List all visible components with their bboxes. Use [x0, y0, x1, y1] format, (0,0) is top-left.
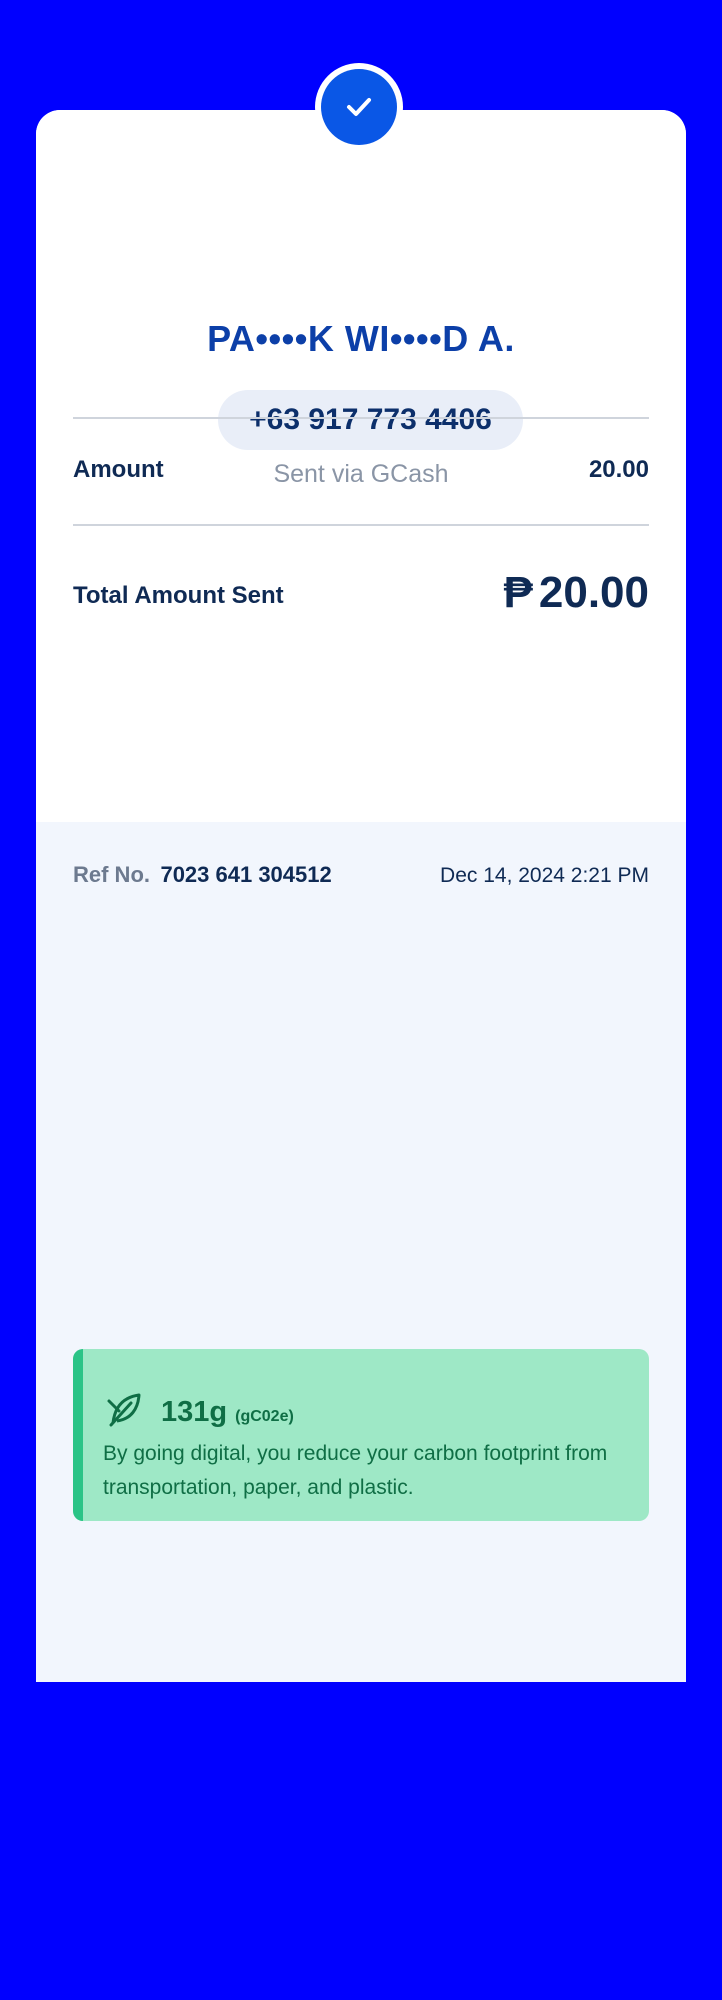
reference-info: Ref No. 7023 641 304512: [73, 862, 332, 888]
amount-label: Amount: [73, 456, 164, 483]
transaction-datetime: Dec 14, 2024 2:21 PM: [440, 864, 649, 887]
carbon-amount: 131g: [161, 1396, 228, 1428]
amount-value: 20.00: [588, 456, 649, 483]
success-badge-circle: [321, 69, 397, 145]
divider: [73, 524, 649, 526]
receipt-card: PA••••K WI••••D A. +63 917 773 4406 Sent…: [36, 110, 686, 1682]
currency-symbol: ₱: [503, 568, 533, 617]
recipient-phone: +63 917 773 4406: [218, 390, 523, 450]
receipt-summary-section: PA••••K WI••••D A. +63 917 773 4406 Sent…: [36, 110, 686, 822]
recipient-name: PA••••K WI••••D A.: [207, 318, 515, 359]
success-badge: [315, 63, 403, 151]
receipt-torn-edge: [36, 1672, 686, 1682]
total-amount-value: ₱ 20.00: [504, 568, 649, 618]
reference-row: Ref No. 7023 641 304512 Dec 14, 2024 2:2…: [73, 862, 649, 888]
carbon-unit: (gC02e): [235, 1408, 294, 1425]
carbon-header: 131g (gC02e): [105, 1381, 294, 1429]
carbon-message: By going digital, you reduce your carbon…: [103, 1442, 608, 1499]
carbon-footprint-card: 131g (gC02e) By going digital, you reduc…: [73, 1349, 649, 1521]
leaf-icon: [107, 1393, 141, 1427]
reference-number: 7023 641 304512: [160, 862, 332, 887]
checkmark-icon: [347, 98, 371, 116]
reference-label: Ref No.: [73, 862, 150, 887]
total-amount-label: Total Amount Sent: [73, 582, 284, 609]
divider: [73, 417, 649, 419]
carbon-card-accent: [73, 1349, 83, 1521]
total-amount-number: 20.00: [538, 568, 649, 617]
